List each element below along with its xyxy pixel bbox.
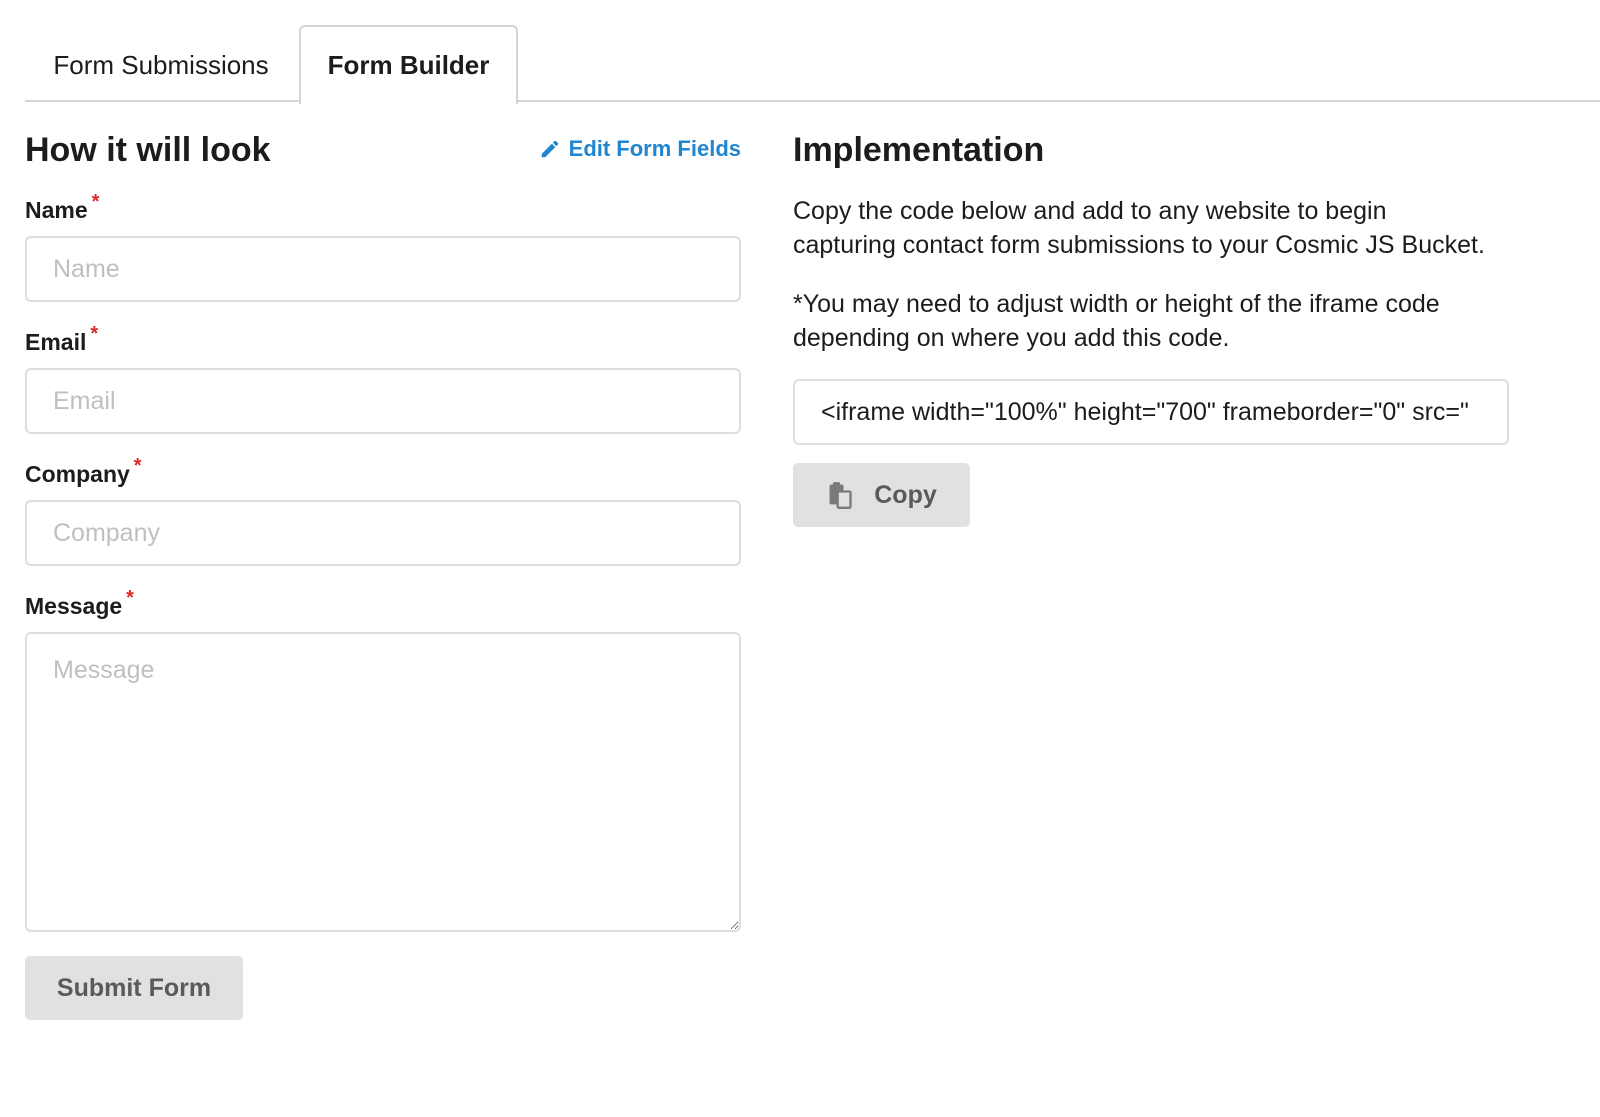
copy-label: Copy (874, 480, 937, 509)
submit-form-button[interactable]: Submit Form (25, 956, 243, 1020)
name-input[interactable] (25, 236, 741, 302)
tab-form-builder[interactable]: Form Builder (299, 25, 518, 104)
embed-code-input[interactable] (793, 379, 1509, 445)
form-builder-page: Form Submissions Form Builder How it wil… (0, 0, 1600, 1117)
name-label: Name * (25, 191, 100, 223)
implementation-note: *You may need to adjust width or height … (793, 290, 1440, 352)
required-marker: * (133, 455, 142, 477)
company-input[interactable] (25, 500, 741, 566)
company-label: Company * (25, 455, 142, 487)
implementation-instructions: Copy the code below and add to any websi… (793, 197, 1485, 259)
name-field-group: Name * (25, 191, 741, 302)
message-textarea[interactable] (25, 632, 741, 932)
company-field-group: Company * (25, 455, 741, 566)
tab-form-submissions[interactable]: Form Submissions (25, 27, 297, 104)
pencil-icon (541, 140, 558, 158)
email-input[interactable] (25, 368, 741, 434)
required-marker: * (90, 323, 99, 345)
preview-heading: How it will look (25, 131, 271, 169)
email-field-group: Email * (25, 323, 741, 434)
copy-button[interactable]: Copy (793, 463, 970, 527)
edit-form-fields-label: Edit Form Fields (568, 136, 741, 161)
paste-icon (829, 482, 852, 509)
edit-form-fields-link[interactable]: Edit Form Fields (539, 134, 741, 164)
message-label: Message * (25, 587, 134, 619)
email-label: Email * (25, 323, 99, 355)
implementation-heading: Implementation (793, 131, 1045, 169)
message-field-group: Message * (25, 587, 741, 932)
required-marker: * (126, 587, 134, 609)
tab-bar: Form Submissions Form Builder (25, 25, 1600, 104)
required-marker: * (91, 191, 100, 213)
